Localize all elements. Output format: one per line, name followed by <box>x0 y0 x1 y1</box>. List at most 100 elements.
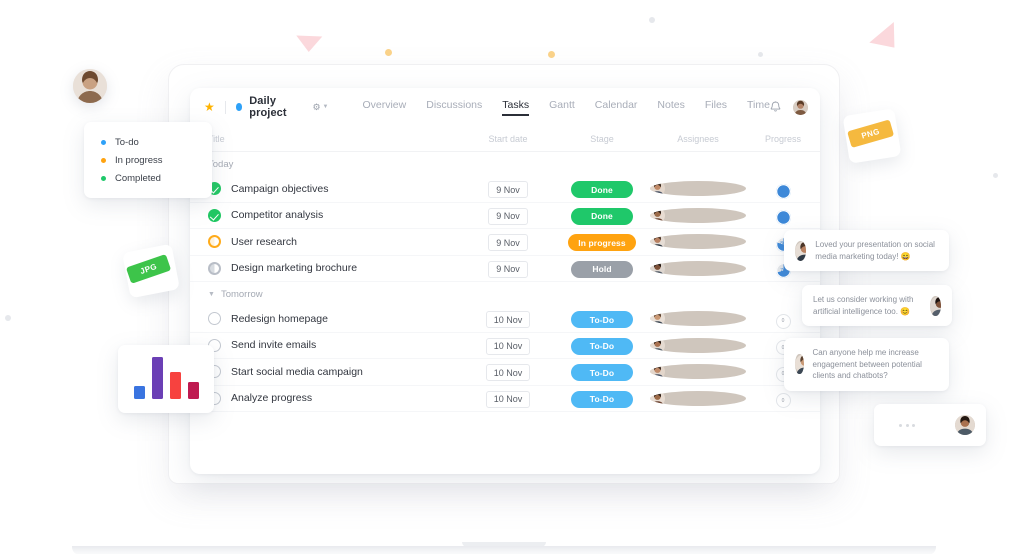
assignee-avatar[interactable] <box>650 311 746 326</box>
chat-avatar[interactable] <box>795 241 806 261</box>
gear-icon: ⚙ <box>312 102 320 113</box>
bar-chart-card <box>118 345 214 413</box>
assignee-avatar[interactable] <box>650 338 746 353</box>
start-date-pill[interactable]: 9 Nov <box>488 208 528 225</box>
chat-message-text: Can anyone help me increase engagement b… <box>813 347 939 382</box>
task-status-checkbox[interactable] <box>208 312 221 325</box>
typing-indicator <box>885 424 946 427</box>
stage-badge[interactable]: To-Do <box>571 338 633 355</box>
task-title: Analyze progress <box>231 392 312 404</box>
table-row[interactable]: Campaign objectives9 NovDone100 <box>190 176 820 203</box>
task-group-header[interactable]: ▼Tomorrow <box>190 282 820 306</box>
table-header-row: Title Start date Stage Assignees Progres… <box>190 126 820 152</box>
legend-label: In progress <box>115 155 163 166</box>
legend-item[interactable]: Completed <box>84 169 212 187</box>
decorative-dot <box>649 17 655 23</box>
profile-avatar[interactable] <box>73 69 107 103</box>
table-row[interactable]: Analyze progress 10 Nov To-Do 0 <box>190 386 820 413</box>
chat-message-text: Loved your presentation on social media … <box>815 239 938 262</box>
assignee-avatar[interactable] <box>650 234 746 249</box>
legend-label: To-do <box>115 137 139 148</box>
task-title: Competitor analysis <box>231 209 323 221</box>
task-title: User research <box>231 236 297 248</box>
chat-bubble: Let us consider working with artificial … <box>802 285 952 326</box>
project-settings-button[interactable]: ⚙ ▼ <box>312 102 328 113</box>
stage-badge[interactable]: In progress <box>568 234 635 251</box>
start-date-pill[interactable]: 9 Nov <box>488 234 528 251</box>
stage-badge[interactable]: To-Do <box>571 391 633 408</box>
stage-badge[interactable]: Done <box>571 208 633 225</box>
bar-chart-bar <box>134 386 145 399</box>
chevron-down-icon: ▼ <box>323 104 329 110</box>
legend-list: To-do In progress Completed <box>84 133 212 187</box>
chat-avatar[interactable] <box>955 415 975 435</box>
column-header-progress: Progress <box>746 134 820 144</box>
chat-avatar[interactable] <box>930 296 941 316</box>
chat-bubble: Loved your presentation on social media … <box>784 230 949 271</box>
decorative-dot <box>993 173 998 178</box>
start-date-pill[interactable]: 10 Nov <box>486 364 531 381</box>
tab-calendar[interactable]: Calendar <box>595 99 638 116</box>
tab-tasks[interactable]: Tasks <box>502 99 529 116</box>
tab-time[interactable]: Time <box>747 99 770 116</box>
app-window: ★ Daily project ⚙ ▼ Overview Discussions T… <box>190 88 820 474</box>
stage-badge[interactable]: Hold <box>571 261 633 278</box>
assignee-avatar[interactable] <box>650 391 746 406</box>
legend-color-dot <box>101 158 106 163</box>
stage-badge[interactable]: To-Do <box>571 364 633 381</box>
column-header-stage: Stage <box>554 134 650 144</box>
assignee-avatar[interactable] <box>650 364 746 379</box>
stage-badge[interactable]: Done <box>571 181 633 198</box>
laptop-base <box>72 546 936 554</box>
screenshot-root: ★ Daily project ⚙ ▼ Overview Discussions T… <box>0 0 1024 554</box>
user-avatar[interactable] <box>793 100 808 115</box>
chat-bubble: Can anyone help me increase engagement b… <box>784 338 949 391</box>
tab-discussions[interactable]: Discussions <box>426 99 482 116</box>
chat-avatar[interactable] <box>795 354 804 374</box>
bar-chart-bar <box>170 372 181 399</box>
topbar-actions <box>770 100 808 115</box>
bar-chart-bars <box>118 345 214 413</box>
table-row[interactable]: Send invite emails10 NovTo-Do0 <box>190 333 820 360</box>
column-header-assignees: Assignees <box>650 134 746 144</box>
progress-ring: 100 <box>776 184 791 199</box>
assignee-avatar[interactable] <box>650 208 746 223</box>
task-title: Design marketing brochure <box>231 262 357 274</box>
bar-chart-bar <box>188 382 199 399</box>
start-date-pill[interactable]: 10 Nov <box>486 338 531 355</box>
tab-overview[interactable]: Overview <box>362 99 406 116</box>
table-row[interactable]: User research9 NovIn progress80 <box>190 229 820 256</box>
start-date-pill[interactable]: 10 Nov <box>486 391 531 408</box>
task-title: Send invite emails <box>231 339 316 351</box>
start-date-pill[interactable]: 10 Nov <box>486 311 531 328</box>
star-icon[interactable]: ★ <box>204 101 215 113</box>
tab-files[interactable]: Files <box>705 99 727 116</box>
chat-message-text: Let us consider working with artificial … <box>813 294 921 317</box>
legend-item[interactable]: In progress <box>84 151 212 169</box>
project-name: Daily project <box>249 95 305 119</box>
tab-bar: Overview Discussions Tasks Gantt Calendar Not… <box>362 99 770 116</box>
assignee-avatar[interactable] <box>650 181 746 196</box>
progress-ring: 0 <box>776 393 791 408</box>
task-status-checkbox[interactable] <box>208 209 221 222</box>
assignee-avatar[interactable] <box>650 261 746 276</box>
app-topbar: ★ Daily project ⚙ ▼ Overview Discussions T… <box>190 88 820 126</box>
legend-item[interactable]: To-do <box>84 133 212 151</box>
legend-color-dot <box>101 176 106 181</box>
status-legend-card: To-do In progress Completed <box>84 122 212 198</box>
stage-badge[interactable]: To-Do <box>571 311 633 328</box>
start-date-pill[interactable]: 9 Nov <box>488 181 528 198</box>
task-status-checkbox[interactable] <box>208 235 221 248</box>
task-list: TodayCampaign objectives9 NovDone100Comp… <box>190 152 820 412</box>
chevron-down-icon: ▼ <box>208 291 215 298</box>
start-date-pill[interactable]: 9 Nov <box>488 261 528 278</box>
table-row[interactable]: Redesign homepage10 NovTo-Do0 <box>190 306 820 333</box>
task-status-checkbox[interactable] <box>208 262 221 275</box>
tab-gantt[interactable]: Gantt <box>549 99 575 116</box>
notification-bell-icon[interactable] <box>770 101 781 113</box>
table-row[interactable]: Start social media campaign10 NovTo-Do0 <box>190 359 820 386</box>
chat-bubble-typing <box>874 404 986 446</box>
table-row[interactable]: Competitor analysis9 NovDone100 <box>190 203 820 230</box>
tab-notes[interactable]: Notes <box>657 99 684 116</box>
table-row[interactable]: Design marketing brochure9 NovHold70 <box>190 256 820 283</box>
